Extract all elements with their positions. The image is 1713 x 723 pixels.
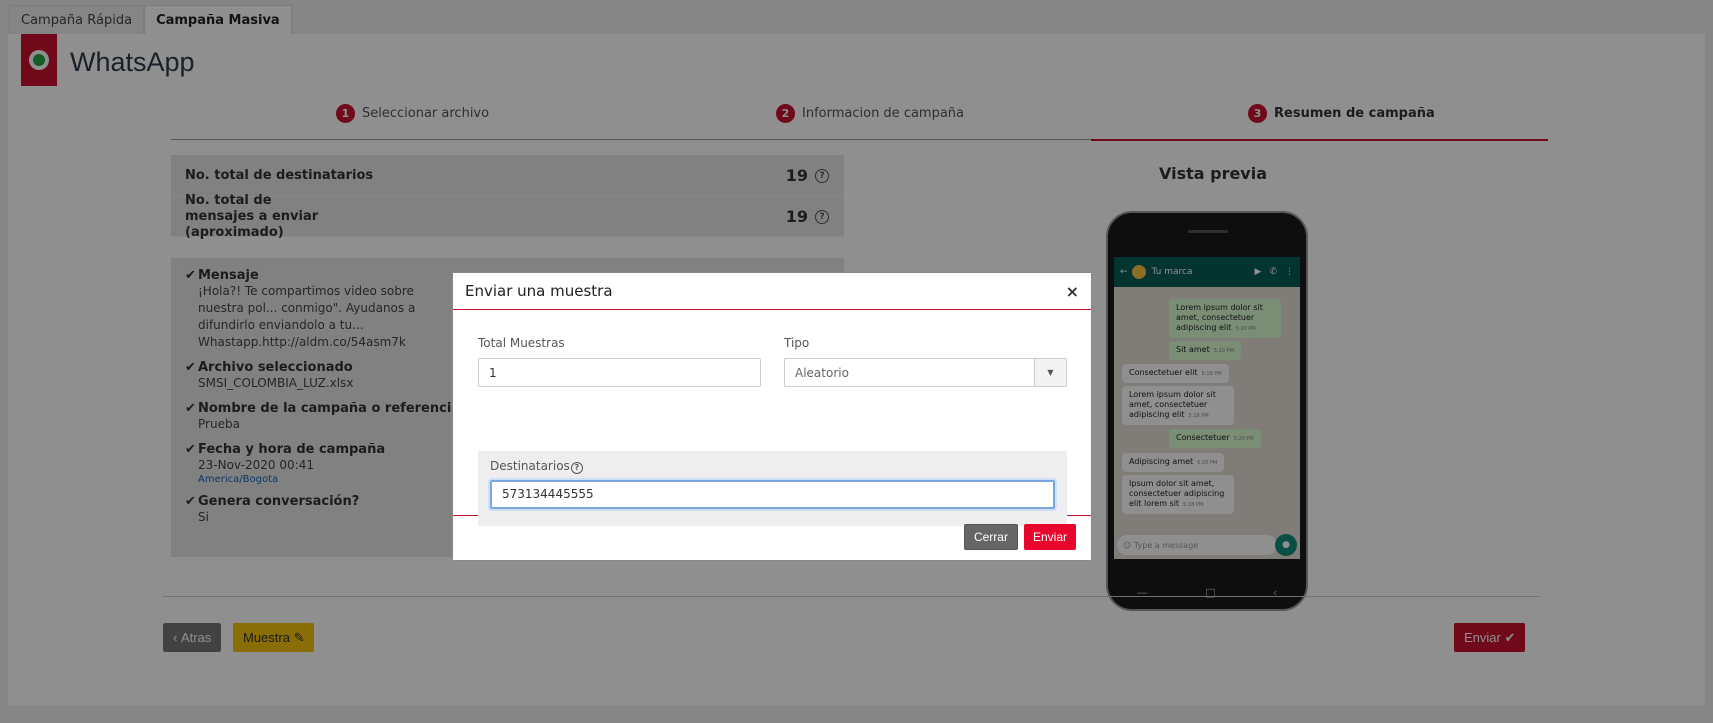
close-button[interactable]: Cerrar [963,524,1018,550]
close-icon[interactable]: × [1066,282,1079,301]
type-selected-value: Aleatorio [795,365,849,380]
recipients-group: Destinatarios? 573134445555 [478,451,1067,526]
modal-header: Enviar una muestra × [453,273,1091,310]
total-samples-label: Total Muestras [478,336,565,350]
total-samples-input[interactable]: 1 [478,358,761,387]
type-group: Tipo Aleatorio ▼ [784,336,1067,387]
recipients-label: Destinatarios [490,459,570,473]
total-samples-group: Total Muestras 1 [478,336,761,387]
help-icon[interactable]: ? [570,461,583,474]
chevron-down-icon[interactable]: ▼ [1034,359,1066,386]
recipients-input[interactable]: 573134445555 [490,479,1055,509]
modal-title: Enviar una muestra [465,282,613,300]
send-sample-button[interactable]: Enviar [1023,524,1076,550]
type-select[interactable]: Aleatorio ▼ [784,358,1067,387]
sample-modal: Enviar una muestra × Total Muestras 1 Ti… [452,272,1092,561]
modal-footer: Cerrar Enviar [963,524,1076,550]
modal-body: Total Muestras 1 Tipo Aleatorio ▼ Destin… [453,310,1091,526]
type-label: Tipo [784,336,810,350]
